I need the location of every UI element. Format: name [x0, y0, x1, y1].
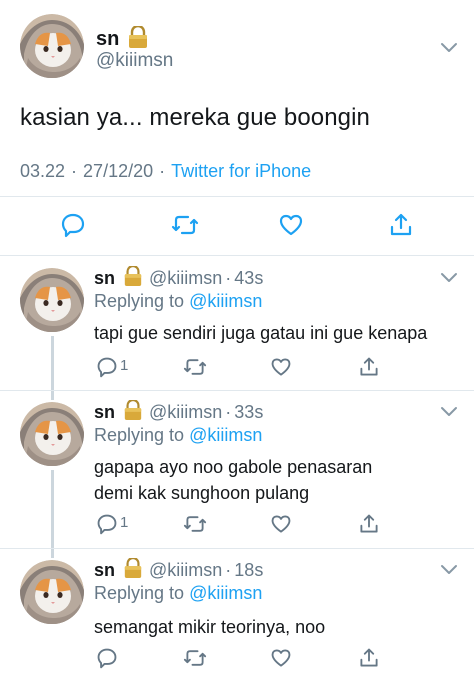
- chevron-down-icon[interactable]: [440, 406, 458, 418]
- reply-count: 1: [120, 357, 129, 374]
- avatar[interactable]: [20, 402, 84, 466]
- share-icon[interactable]: [356, 511, 382, 537]
- replying-label: Replying to: [94, 291, 185, 311]
- reply-header: sn @kiiimsn · 33s: [94, 398, 264, 425]
- replying-to-link[interactable]: @kiiimsn: [189, 425, 262, 445]
- retweet-icon[interactable]: [170, 210, 200, 240]
- divider: [0, 548, 474, 549]
- reply-icon[interactable]: [94, 645, 120, 671]
- display-name[interactable]: sn: [94, 402, 115, 423]
- avatar[interactable]: [20, 560, 84, 624]
- lock-icon: [123, 556, 143, 583]
- tweet-time: 03.22: [20, 161, 66, 181]
- share-icon[interactable]: [386, 210, 416, 240]
- avatar[interactable]: [20, 14, 84, 78]
- chevron-down-icon[interactable]: [440, 272, 458, 284]
- replying-to: Replying to @kiiimsn: [94, 291, 262, 312]
- tweet-meta: 03.22 · 27/12/20 · Twitter for iPhone: [20, 161, 311, 182]
- handle[interactable]: @kiiimsn: [149, 402, 222, 423]
- like-icon[interactable]: [268, 511, 294, 537]
- lock-icon: [123, 264, 143, 291]
- share-icon[interactable]: [356, 645, 382, 671]
- reply-count: 1: [120, 514, 129, 531]
- meta-separator: ·: [159, 161, 166, 181]
- reply-header: sn @kiiimsn · 18s: [94, 556, 264, 583]
- divider: [0, 196, 474, 197]
- retweet-icon[interactable]: [182, 511, 208, 537]
- reply-icon[interactable]: [94, 354, 120, 380]
- tweet-time: 33s: [234, 402, 264, 422]
- tweet-text: gapapa ayo noo gabole penasaran demi kak…: [94, 457, 373, 503]
- share-icon[interactable]: [356, 354, 382, 380]
- retweet-icon[interactable]: [182, 354, 208, 380]
- replying-to: Replying to @kiiimsn: [94, 425, 262, 446]
- like-icon[interactable]: [268, 354, 294, 380]
- lock-icon: [123, 398, 143, 425]
- like-icon[interactable]: [268, 645, 294, 671]
- handle[interactable]: @kiiimsn: [149, 268, 222, 289]
- replying-to-link[interactable]: @kiiimsn: [189, 583, 262, 603]
- meta-separator: ·: [71, 161, 78, 181]
- tweet-text: semangat mikir teorinya, noo: [94, 617, 326, 637]
- reply-tweet[interactable]: sn @kiiimsn · 33s Replying to @kiiimsn gap…: [0, 392, 474, 548]
- like-icon[interactable]: [276, 210, 306, 240]
- chevron-down-icon[interactable]: [440, 564, 458, 576]
- main-tweet: sn @kiiimsn kasian ya... mereka gue boon…: [0, 0, 474, 258]
- avatar[interactable]: [20, 268, 84, 332]
- retweet-icon[interactable]: [182, 645, 208, 671]
- chevron-down-icon[interactable]: [440, 42, 458, 54]
- reply-icon[interactable]: [58, 210, 88, 240]
- replying-label: Replying to: [94, 425, 185, 445]
- reply-header: sn @kiiimsn · 43s: [94, 264, 264, 291]
- lock-icon: [127, 24, 149, 53]
- replying-label: Replying to: [94, 583, 185, 603]
- display-name[interactable]: sn: [94, 560, 115, 581]
- display-name[interactable]: sn: [94, 268, 115, 289]
- tweet-time: 43s: [234, 268, 264, 288]
- reply-tweet[interactable]: sn @kiiimsn · 43s Replying to @kiiimsn tap…: [0, 258, 474, 390]
- meta-separator: ·: [225, 402, 232, 422]
- reply-tweet[interactable]: sn @kiiimsn · 18s Replying to @kiiimsn sem…: [0, 550, 474, 680]
- replying-to-link[interactable]: @kiiimsn: [189, 291, 262, 311]
- tweet-date: 27/12/20: [83, 161, 154, 181]
- reply-icon[interactable]: [94, 511, 120, 537]
- tweet-text: kasian ya... mereka gue boongin: [20, 104, 370, 131]
- tweet-time: 18s: [234, 560, 264, 580]
- tweet-source[interactable]: Twitter for iPhone: [171, 161, 311, 181]
- replying-to: Replying to @kiiimsn: [94, 583, 262, 604]
- handle[interactable]: @kiiimsn: [96, 50, 173, 72]
- divider: [0, 390, 474, 391]
- display-name[interactable]: sn: [96, 28, 119, 51]
- meta-separator: ·: [225, 560, 232, 580]
- meta-separator: ·: [225, 268, 232, 288]
- handle[interactable]: @kiiimsn: [149, 560, 222, 581]
- main-name-row: sn: [96, 24, 149, 53]
- tweet-text: tapi gue sendiri juga gatau ini gue kena…: [94, 323, 428, 343]
- divider: [0, 255, 474, 256]
